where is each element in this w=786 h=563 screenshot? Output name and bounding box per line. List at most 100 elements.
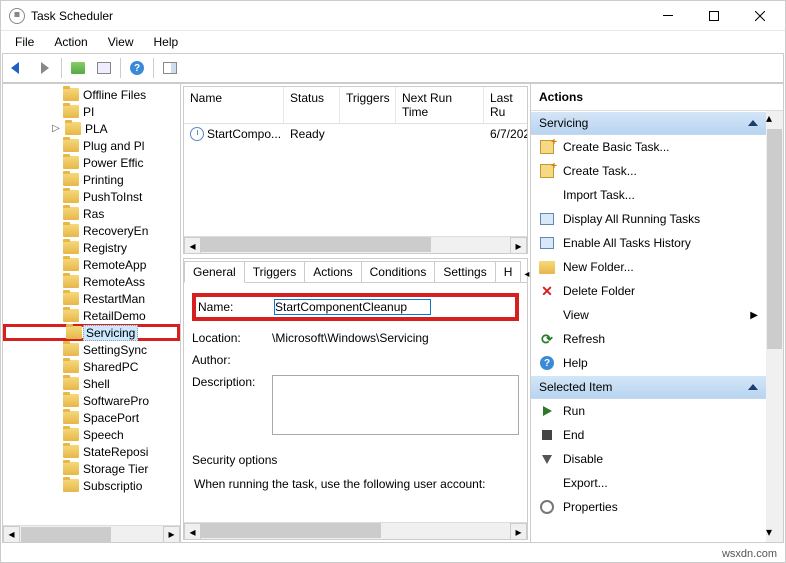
col-next[interactable]: Next Run Time bbox=[396, 87, 484, 123]
tasklist-hscroll[interactable]: ◂ ▸ bbox=[184, 236, 527, 253]
tree-hscrollbar[interactable]: ◂ ▸ bbox=[3, 525, 180, 542]
scroll-up-icon[interactable]: ▴ bbox=[766, 111, 783, 128]
action-view[interactable]: View▶ bbox=[531, 303, 766, 327]
tree-item-label: Subscriptio bbox=[83, 479, 142, 493]
scroll-right-icon[interactable]: ▸ bbox=[510, 523, 527, 540]
scroll-thumb[interactable] bbox=[201, 523, 381, 538]
details-hscroll[interactable]: ◂ ▸ bbox=[184, 522, 527, 539]
scroll-down-icon[interactable]: ▾ bbox=[766, 525, 783, 542]
action-create-task[interactable]: Create Task... bbox=[531, 159, 766, 183]
scroll-left-icon[interactable]: ◂ bbox=[184, 237, 201, 254]
folder-icon bbox=[63, 377, 79, 390]
action-enable-history[interactable]: Enable All Tasks History bbox=[531, 231, 766, 255]
tree-item-offline-files[interactable]: Offline Files bbox=[3, 86, 180, 103]
forward-button[interactable] bbox=[33, 56, 57, 80]
tree-item-servicing[interactable]: Servicing bbox=[3, 324, 180, 341]
tree-item-settingsync[interactable]: SettingSync bbox=[3, 341, 180, 358]
help-button[interactable]: ? bbox=[125, 56, 149, 80]
tree-item-sharedpc[interactable]: SharedPC bbox=[3, 358, 180, 375]
close-button[interactable] bbox=[737, 1, 783, 31]
tree-item-label: SoftwarePro bbox=[83, 394, 149, 408]
section-servicing[interactable]: Servicing bbox=[531, 111, 766, 135]
scroll-left-button[interactable]: ◂ bbox=[3, 526, 20, 543]
menu-help[interactable]: Help bbox=[144, 33, 189, 51]
folder-icon bbox=[63, 207, 79, 220]
action-run[interactable]: Run bbox=[531, 399, 766, 423]
folder-tree[interactable]: Offline FilesPI ▷ PLAPlug and PlPower Effi… bbox=[3, 84, 180, 525]
properties-button[interactable] bbox=[92, 56, 116, 80]
tree-item-label: PLA bbox=[85, 122, 108, 136]
menu-file[interactable]: File bbox=[5, 33, 44, 51]
action-pane-button[interactable] bbox=[158, 56, 182, 80]
scroll-left-icon[interactable]: ◂ bbox=[184, 523, 201, 540]
tree-item-subscriptio[interactable]: Subscriptio bbox=[3, 477, 180, 494]
col-triggers[interactable]: Triggers bbox=[340, 87, 396, 123]
action-display-running[interactable]: Display All Running Tasks bbox=[531, 207, 766, 231]
action-export[interactable]: Export... bbox=[531, 471, 766, 495]
action-import-task[interactable]: Import Task... bbox=[531, 183, 766, 207]
action-refresh[interactable]: ⟳Refresh bbox=[531, 327, 766, 351]
maximize-button[interactable] bbox=[691, 1, 737, 31]
task-row[interactable]: StartCompo... Ready 6/7/202 bbox=[184, 124, 527, 144]
col-name[interactable]: Name bbox=[184, 87, 284, 123]
back-button[interactable] bbox=[7, 56, 31, 80]
tree-item-retaildemo[interactable]: RetailDemo bbox=[3, 307, 180, 324]
tree-item-ras[interactable]: Ras bbox=[3, 205, 180, 222]
folder-icon bbox=[63, 173, 79, 186]
scroll-thumb[interactable] bbox=[21, 527, 111, 542]
up-button[interactable] bbox=[66, 56, 90, 80]
tab-settings[interactable]: Settings bbox=[434, 261, 495, 282]
tab-triggers[interactable]: Triggers bbox=[244, 261, 306, 282]
tree-item-storage-tier[interactable]: Storage Tier bbox=[3, 460, 180, 477]
cell-next bbox=[396, 124, 484, 144]
tree-item-printing[interactable]: Printing bbox=[3, 171, 180, 188]
minimize-button[interactable] bbox=[645, 1, 691, 31]
tree-item-remoteapp[interactable]: RemoteApp bbox=[3, 256, 180, 273]
tree-item-pi[interactable]: PI bbox=[3, 103, 180, 120]
task-list-body[interactable]: StartCompo... Ready 6/7/202 bbox=[184, 124, 527, 236]
section-selected-item[interactable]: Selected Item bbox=[531, 375, 766, 399]
tree-item-pla[interactable]: ▷ PLA bbox=[3, 120, 180, 137]
action-create-basic-task[interactable]: Create Basic Task... bbox=[531, 135, 766, 159]
action-end[interactable]: End bbox=[531, 423, 766, 447]
col-last[interactable]: Last Ru bbox=[484, 87, 527, 123]
tree-item-speech[interactable]: Speech bbox=[3, 426, 180, 443]
tree-item-pushtoinst[interactable]: PushToInst bbox=[3, 188, 180, 205]
action-new-folder[interactable]: New Folder... bbox=[531, 255, 766, 279]
tree-item-restartman[interactable]: RestartMan bbox=[3, 290, 180, 307]
tree-item-softwarepro[interactable]: SoftwarePro bbox=[3, 392, 180, 409]
name-field[interactable] bbox=[274, 299, 431, 315]
expand-icon[interactable]: ▷ bbox=[51, 123, 61, 134]
tab-general[interactable]: General bbox=[184, 261, 245, 283]
actions-vscroll[interactable]: ▴ ▾ bbox=[766, 111, 783, 542]
action-help[interactable]: ?Help bbox=[531, 351, 766, 375]
description-field[interactable] bbox=[272, 375, 519, 435]
scroll-thumb[interactable] bbox=[201, 237, 431, 252]
tree-item-remoteass[interactable]: RemoteAss bbox=[3, 273, 180, 290]
menu-action[interactable]: Action bbox=[44, 33, 97, 51]
titlebar: Task Scheduler bbox=[1, 1, 785, 31]
action-disable[interactable]: Disable bbox=[531, 447, 766, 471]
tree-item-registry[interactable]: Registry bbox=[3, 239, 180, 256]
action-delete-folder[interactable]: ✕Delete Folder bbox=[531, 279, 766, 303]
tree-item-plug-and-pl[interactable]: Plug and Pl bbox=[3, 137, 180, 154]
tree-item-label: Printing bbox=[83, 173, 124, 187]
disable-icon bbox=[542, 455, 552, 464]
tree-item-power-effic[interactable]: Power Effic bbox=[3, 154, 180, 171]
tree-item-shell[interactable]: Shell bbox=[3, 375, 180, 392]
tree-item-label: RemoteApp bbox=[83, 258, 146, 272]
scroll-thumb[interactable] bbox=[767, 129, 782, 349]
tree-item-spaceport[interactable]: SpacePort bbox=[3, 409, 180, 426]
tree-item-statereposi[interactable]: StateReposi bbox=[3, 443, 180, 460]
details-body: Name: Location: \Microsoft\Windows\Servi… bbox=[184, 283, 527, 522]
scroll-right-button[interactable]: ▸ bbox=[163, 526, 180, 543]
tree-item-recoveryen[interactable]: RecoveryEn bbox=[3, 222, 180, 239]
tab-history[interactable]: H bbox=[495, 261, 522, 282]
tab-conditions[interactable]: Conditions bbox=[361, 261, 436, 282]
menu-view[interactable]: View bbox=[98, 33, 144, 51]
col-status[interactable]: Status bbox=[284, 87, 340, 123]
scroll-right-icon[interactable]: ▸ bbox=[510, 237, 527, 254]
action-properties[interactable]: Properties bbox=[531, 495, 766, 519]
location-value: \Microsoft\Windows\Servicing bbox=[272, 331, 519, 345]
tab-actions[interactable]: Actions bbox=[304, 261, 361, 282]
